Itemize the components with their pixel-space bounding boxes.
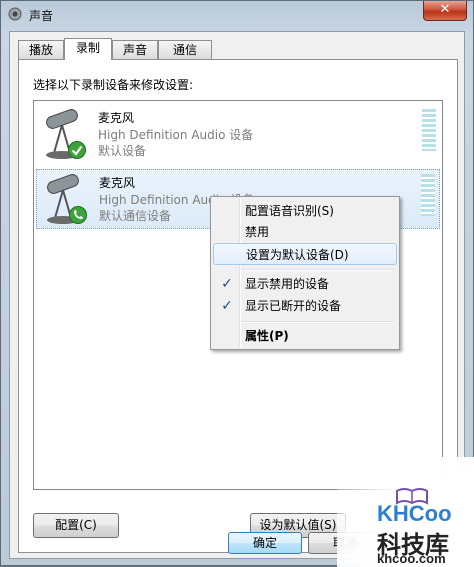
speaker-icon xyxy=(8,7,22,21)
checkmark-icon: ✓ xyxy=(221,298,233,314)
instruction-text: 选择以下录制设备来修改设置: xyxy=(33,78,194,92)
menu-item-show-disconnected[interactable]: ✓ 显示已断开的设备 xyxy=(213,295,397,317)
menu-item-properties[interactable]: 属性(P) xyxy=(213,325,397,347)
tab-recording[interactable]: 录制 xyxy=(64,38,112,60)
green-check-icon xyxy=(68,141,86,159)
context-menu: 配置语音识别(S) 禁用 设置为默认设备(D) ✓ 显示禁用的设备 ✓ 显示已断… xyxy=(210,196,400,350)
ok-button[interactable]: 确定 xyxy=(228,532,302,554)
device-driver: High Definition Audio 设备 xyxy=(98,128,254,142)
device-status: 默认设备 xyxy=(98,144,147,158)
tab-communications[interactable]: 通信 xyxy=(158,40,212,59)
close-icon: ✕ xyxy=(439,2,451,17)
sound-dialog: 声音 ✕ 播放 录制 声音 通信 选择以下录制设备来修改设置: 麦克风 High… xyxy=(0,0,474,567)
menu-item-show-disabled[interactable]: ✓ 显示禁用的设备 xyxy=(213,273,397,295)
checkmark-icon: ✓ xyxy=(221,276,233,292)
window-title: 声音 xyxy=(29,9,54,23)
watermark: KHCoo 科技库 khcoo.com xyxy=(337,457,474,567)
device-status: 默认通信设备 xyxy=(99,209,172,223)
close-button[interactable]: ✕ xyxy=(423,1,467,21)
menu-item-set-default[interactable]: 设置为默认设备(D) xyxy=(213,243,397,265)
configure-button[interactable]: 配置(C) xyxy=(33,513,119,538)
menu-item-configure-speech[interactable]: 配置语音识别(S) xyxy=(213,200,397,222)
green-phone-icon xyxy=(69,206,87,224)
tab-playback[interactable]: 播放 xyxy=(18,40,64,59)
watermark-url: khcoo.com xyxy=(377,551,446,566)
level-meter xyxy=(421,174,435,216)
device-name: 麦克风 xyxy=(99,176,136,190)
device-name: 麦克风 xyxy=(98,111,135,125)
watermark-logo: KHCoo xyxy=(377,501,452,526)
menu-separator xyxy=(241,269,395,271)
level-meter xyxy=(422,109,436,151)
title-bar[interactable]: 声音 ✕ xyxy=(1,1,473,29)
device-item-microphone-default[interactable]: 麦克风 High Definition Audio 设备 默认设备 xyxy=(36,105,440,165)
menu-item-disable[interactable]: 禁用 xyxy=(213,221,397,243)
tab-sounds[interactable]: 声音 xyxy=(112,40,158,59)
menu-separator xyxy=(241,321,395,323)
